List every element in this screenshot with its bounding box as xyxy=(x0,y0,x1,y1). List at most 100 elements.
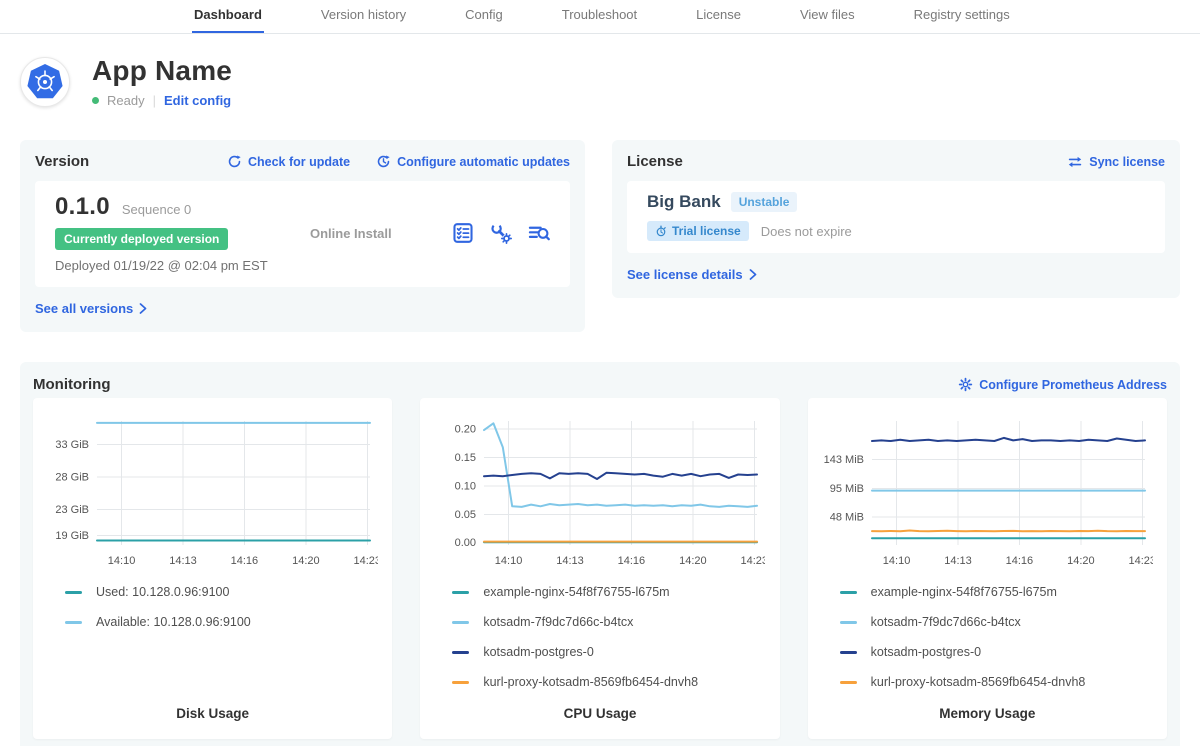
svg-text:14:23: 14:23 xyxy=(741,555,765,567)
check-for-update-button[interactable]: Check for update xyxy=(227,154,350,169)
legend-label: example-nginx-54f8f76755-l675m xyxy=(483,585,669,599)
svg-text:14:20: 14:20 xyxy=(292,555,320,567)
legend-item: kotsadm-7f9dc7d66c-b4tcx xyxy=(452,615,765,629)
app-header: App Name Ready | Edit config xyxy=(20,34,1180,108)
configure-automatic-updates-button[interactable]: Configure automatic updates xyxy=(376,154,570,169)
disk-usage-card: 19 GiB23 GiB28 GiB33 GiB14:1014:1314:161… xyxy=(33,398,392,739)
cpu-usage-card: 0.000.050.100.150.2014:1014:1314:1614:20… xyxy=(420,398,779,739)
svg-text:14:16: 14:16 xyxy=(618,555,646,567)
edit-config-link[interactable]: Edit config xyxy=(164,93,231,108)
install-type-label: Online Install xyxy=(310,226,452,241)
legend-item: kotsadm-postgres-0 xyxy=(840,645,1153,659)
tab-license[interactable]: License xyxy=(694,7,743,33)
chevron-right-icon xyxy=(749,269,757,280)
app-logo xyxy=(20,57,70,107)
chart-title: Memory Usage xyxy=(822,706,1153,721)
deployed-badge: Currently deployed version xyxy=(55,228,228,250)
legend-item: kurl-proxy-kotsadm-8569fb6454-dnvh8 xyxy=(452,675,765,689)
svg-text:0.15: 0.15 xyxy=(455,452,476,464)
svg-text:0.20: 0.20 xyxy=(455,423,476,435)
series-line-kurl-proxy-kotsadm-8569fb6454-dnvh8 xyxy=(872,531,1145,532)
kubernetes-icon xyxy=(27,64,63,100)
legend-label: kotsadm-postgres-0 xyxy=(871,645,981,659)
legend-dash-icon xyxy=(65,591,82,594)
tab-config[interactable]: Config xyxy=(463,7,505,33)
tab-troubleshoot[interactable]: Troubleshoot xyxy=(560,7,639,33)
chart-legend: Used: 10.128.0.96:9100 Available: 10.128.… xyxy=(65,585,378,629)
legend-item: example-nginx-54f8f76755-l675m xyxy=(840,585,1153,599)
configure-prometheus-button[interactable]: Configure Prometheus Address xyxy=(958,377,1167,392)
view-logs-icon[interactable] xyxy=(528,222,550,244)
legend-label: Used: 10.128.0.96:9100 xyxy=(96,585,229,599)
tab-view-files[interactable]: View files xyxy=(798,7,857,33)
svg-text:0.00: 0.00 xyxy=(455,537,476,549)
legend-label: Available: 10.128.0.96:9100 xyxy=(96,615,251,629)
chart-title: CPU Usage xyxy=(434,706,765,721)
legend-label: kotsadm-7f9dc7d66c-b4tcx xyxy=(871,615,1021,629)
customer-name: Big Bank xyxy=(647,192,721,212)
legend-label: example-nginx-54f8f76755-l675m xyxy=(871,585,1057,599)
chevron-right-icon xyxy=(139,303,147,314)
svg-text:14:16: 14:16 xyxy=(231,555,259,567)
svg-text:0.10: 0.10 xyxy=(455,480,476,492)
series-line-kotsadm-7f9dc7d66c-b4tcx xyxy=(484,423,757,507)
svg-text:14:16: 14:16 xyxy=(1005,555,1033,567)
svg-text:19 GiB: 19 GiB xyxy=(55,530,89,542)
svg-text:14:23: 14:23 xyxy=(354,555,378,567)
svg-text:143 MiB: 143 MiB xyxy=(823,454,863,466)
svg-text:28 GiB: 28 GiB xyxy=(55,471,89,483)
legend-dash-icon xyxy=(840,681,857,684)
status-dot xyxy=(92,97,99,104)
svg-text:48 MiB: 48 MiB xyxy=(829,512,863,524)
series-line-kotsadm-postgres-0 xyxy=(484,473,757,479)
status-badge: Ready xyxy=(107,93,145,108)
legend-label: kurl-proxy-kotsadm-8569fb6454-dnvh8 xyxy=(483,675,698,689)
legend-item: kurl-proxy-kotsadm-8569fb6454-dnvh8 xyxy=(840,675,1153,689)
stopwatch-icon xyxy=(655,225,667,237)
legend-dash-icon xyxy=(452,651,469,654)
version-card-title: Version xyxy=(35,153,89,170)
cpu-usage-plot: 0.000.050.100.150.2014:1014:1314:1614:20… xyxy=(434,411,765,573)
clock-refresh-icon xyxy=(376,154,391,169)
legend-item: Used: 10.128.0.96:9100 xyxy=(65,585,378,599)
tab-registry-settings[interactable]: Registry settings xyxy=(912,7,1012,33)
chart-legend: example-nginx-54f8f76755-l675m kotsadm-7f… xyxy=(840,585,1153,689)
svg-text:14:13: 14:13 xyxy=(944,555,972,567)
svg-text:14:20: 14:20 xyxy=(1067,555,1095,567)
config-wrench-icon[interactable] xyxy=(490,222,512,244)
tab-version-history[interactable]: Version history xyxy=(319,7,408,33)
sync-icon xyxy=(1067,155,1083,169)
legend-item: kotsadm-postgres-0 xyxy=(452,645,765,659)
legend-item: kotsadm-7f9dc7d66c-b4tcx xyxy=(840,615,1153,629)
svg-text:14:10: 14:10 xyxy=(882,555,910,567)
legend-dash-icon xyxy=(840,651,857,654)
svg-text:14:13: 14:13 xyxy=(557,555,585,567)
deployed-timestamp: Deployed 01/19/22 @ 02:04 pm EST xyxy=(55,258,310,273)
preflight-checks-icon[interactable] xyxy=(452,222,474,244)
legend-label: kotsadm-postgres-0 xyxy=(483,645,593,659)
sync-license-button[interactable]: Sync license xyxy=(1067,155,1165,169)
license-card: License Sync license Big Bank Unstable xyxy=(612,140,1180,298)
see-all-versions-link[interactable]: See all versions xyxy=(35,301,147,316)
svg-text:95 MiB: 95 MiB xyxy=(829,483,863,495)
legend-item: example-nginx-54f8f76755-l675m xyxy=(452,585,765,599)
legend-dash-icon xyxy=(65,621,82,624)
memory-usage-plot: 48 MiB 95 MiB 143 MiB 14:10 14:13 14:16 14:20 1… xyxy=(822,411,1153,573)
svg-text:14:10: 14:10 xyxy=(495,555,523,567)
legend-dash-icon xyxy=(452,681,469,684)
version-number: 0.1.0 xyxy=(55,193,110,221)
sequence-label: Sequence 0 xyxy=(122,202,191,217)
svg-text:14:20: 14:20 xyxy=(679,555,707,567)
chart-title: Disk Usage xyxy=(47,706,378,721)
svg-text:14:10: 14:10 xyxy=(108,555,136,567)
svg-text:14:13: 14:13 xyxy=(169,555,197,567)
license-card-title: License xyxy=(627,153,683,170)
legend-dash-icon xyxy=(452,621,469,624)
refresh-icon xyxy=(227,154,242,169)
license-expiry: Does not expire xyxy=(761,224,852,239)
monitoring-section: Monitoring Configure Prometheus Address … xyxy=(20,362,1180,746)
tab-dashboard[interactable]: Dashboard xyxy=(192,7,264,33)
svg-text:14:23: 14:23 xyxy=(1128,555,1152,567)
channel-badge: Unstable xyxy=(731,192,798,212)
see-license-details-link[interactable]: See license details xyxy=(627,267,757,282)
